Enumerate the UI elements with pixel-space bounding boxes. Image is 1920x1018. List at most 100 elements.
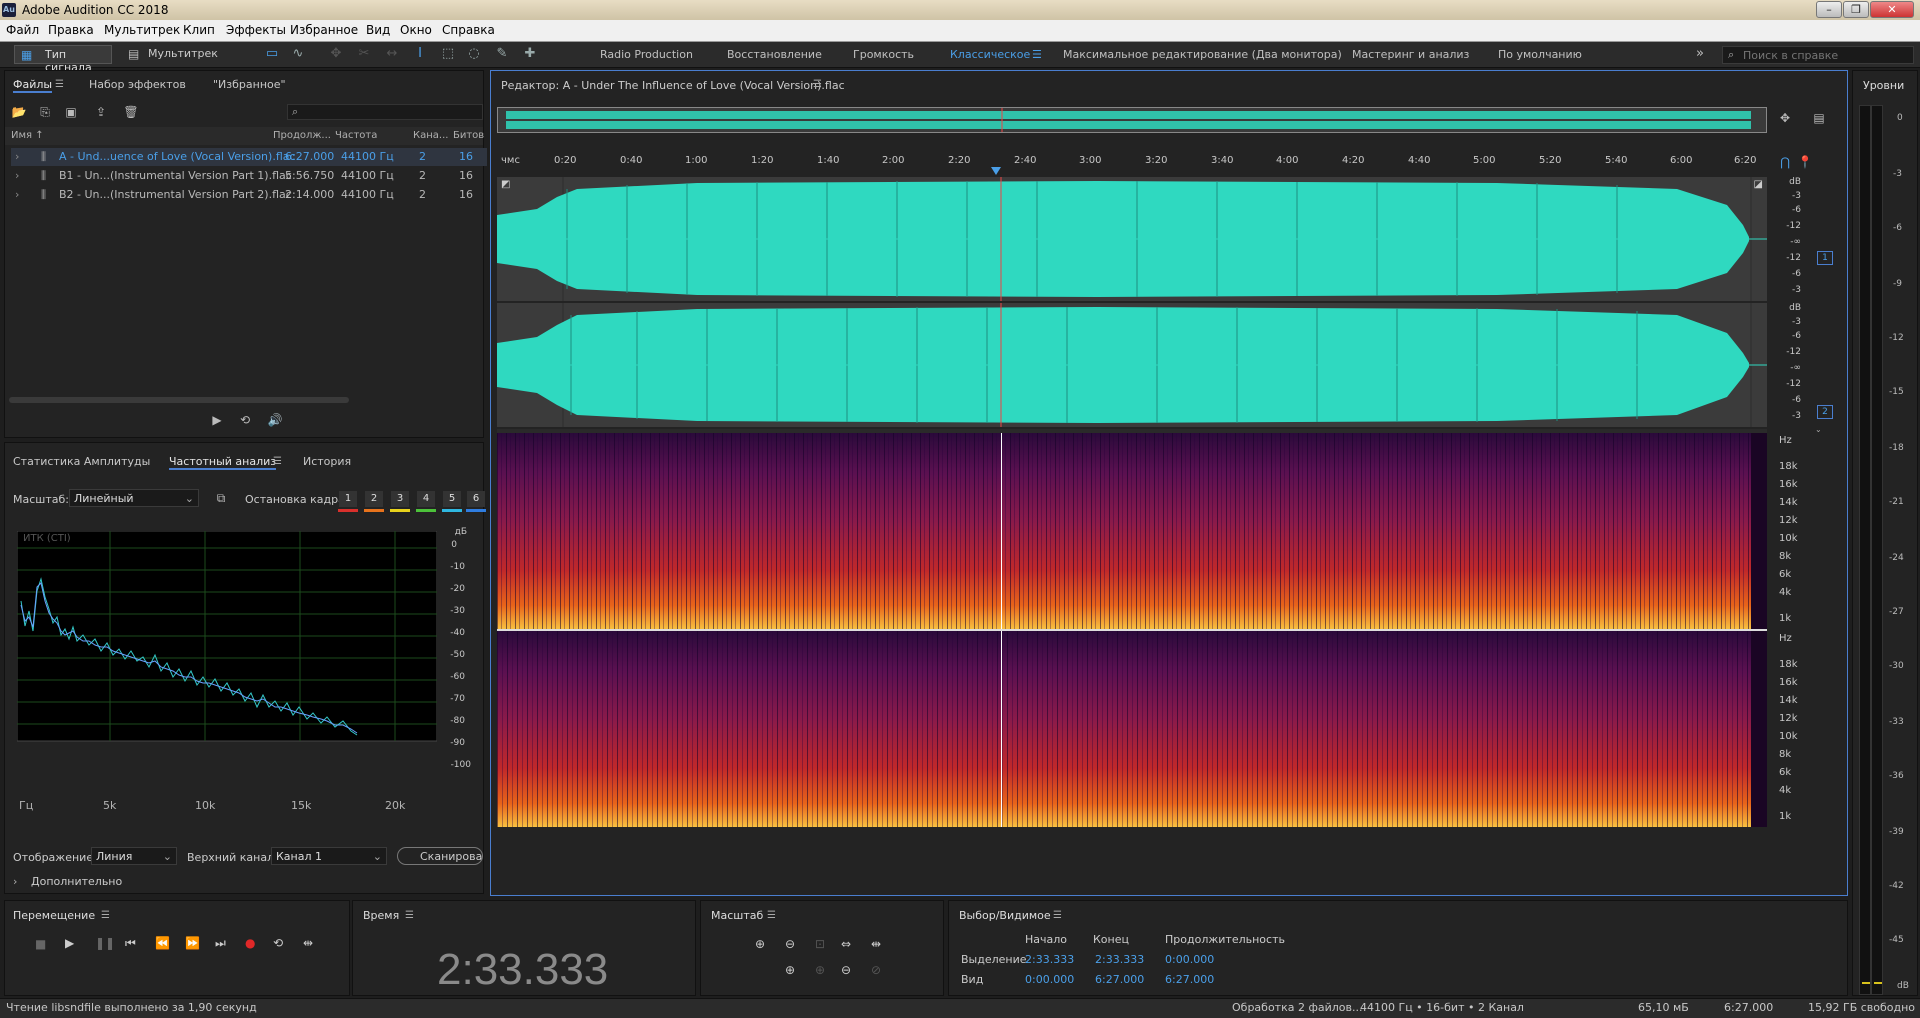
workspace-max-editing[interactable]: Максимальное редактирование (Два монитор… <box>1063 48 1342 61</box>
playhead-handle[interactable] <box>991 167 1001 175</box>
freeze-slot[interactable]: 6 <box>467 491 485 507</box>
analysis-menu-icon[interactable]: ☰ <box>273 456 282 467</box>
channel-1-badge[interactable]: 1 <box>1817 251 1833 265</box>
menu-edit[interactable]: Правка <box>48 23 94 37</box>
workspace-radio-production[interactable]: Radio Production <box>600 48 693 61</box>
zoom-out-amplitude-icon[interactable]: ⊖ <box>785 937 795 951</box>
waveform-channel-2[interactable] <box>497 303 1767 427</box>
tab-effects-rack[interactable]: Набор эффектов <box>89 78 186 91</box>
view-start[interactable]: 0:00.000 <box>1025 973 1074 986</box>
loop-preview-icon[interactable]: ⟲ <box>237 413 253 427</box>
minimize-button[interactable]: – <box>1816 1 1842 18</box>
pause-icon[interactable]: ❚❚ <box>95 936 115 950</box>
tab-amplitude-statistics[interactable]: Статистика Амплитуды <box>13 455 150 468</box>
time-selection-tool-icon[interactable]: I <box>412 46 428 62</box>
display-select[interactable]: Линия ⌄ <box>91 847 177 865</box>
waveform-channel-1[interactable]: ◩ ◪ <box>497 177 1767 301</box>
spectral-pitch-icon[interactable]: ∿ <box>290 46 306 62</box>
razor-tool-icon[interactable]: ✂ <box>356 46 372 62</box>
spectrogram-channel-1[interactable] <box>497 433 1767 629</box>
go-to-start-icon[interactable]: ⏮ <box>125 936 136 951</box>
zoom-in-time-icon[interactable]: ⇔ <box>841 937 851 951</box>
workspace-default[interactable]: По умолчанию <box>1498 48 1582 61</box>
zoom-in-left-icon[interactable]: ⊕ <box>785 963 795 977</box>
play-preview-icon[interactable]: ▶ <box>209 413 225 427</box>
channel-2-badge[interactable]: 2 <box>1817 405 1833 419</box>
export-icon[interactable]: ⇪ <box>93 105 109 119</box>
selection-start[interactable]: 2:33.333 <box>1025 953 1074 966</box>
menu-file[interactable]: Файл <box>6 23 39 37</box>
menu-clip[interactable]: Клип <box>183 23 215 37</box>
skip-selection-icon[interactable]: ⇹ <box>303 936 313 950</box>
insert-icon[interactable]: ▣ <box>63 105 79 119</box>
col-bits[interactable]: Битов <box>453 130 484 141</box>
rewind-icon[interactable]: ⏪ <box>155 936 170 950</box>
tab-files[interactable]: Файлы <box>13 78 53 93</box>
spectrum-graph[interactable]: ИТК (СТI) <box>16 530 438 753</box>
advanced-toggle[interactable]: Дополнительно <box>31 875 122 888</box>
expand-chevron-icon[interactable]: › <box>15 188 19 201</box>
advanced-chevron-icon[interactable]: › <box>13 875 17 888</box>
time-menu-icon[interactable]: ☰ <box>405 910 414 921</box>
workspace-classic[interactable]: Классическое <box>950 48 1030 61</box>
more-workspaces-icon[interactable]: » <box>1696 46 1704 61</box>
open-file-icon[interactable]: 📂 <box>11 105 27 119</box>
file-row[interactable]: › ⫼ B2 - Un...(Instrumental Version Part… <box>11 186 487 204</box>
view-duration[interactable]: 6:27.000 <box>1165 973 1214 986</box>
multitrack-mode-button[interactable]: ▤ Мультитрек <box>126 45 226 64</box>
zoom-in-right-icon[interactable]: ⊕ <box>815 963 825 977</box>
menu-effects[interactable]: Эффекты <box>226 23 286 37</box>
col-channels[interactable]: Кана... <box>413 130 448 141</box>
help-search-box[interactable]: ⌕ <box>1722 46 1914 64</box>
freeze-slot[interactable]: 4 <box>417 491 435 507</box>
move-tool-icon[interactable]: ✥ <box>328 46 344 62</box>
copy-graph-icon[interactable]: ⧉ <box>213 491 229 505</box>
expand-chevron-icon[interactable]: › <box>15 150 19 163</box>
freeze-slot[interactable]: 3 <box>391 491 409 507</box>
files-panel-menu-icon[interactable]: ☰ <box>55 79 64 90</box>
close-button[interactable]: ✕ <box>1870 1 1914 18</box>
spot-healing-tool-icon[interactable]: ✚ <box>522 46 538 62</box>
marker-pin-icon[interactable]: 📍 <box>1797 155 1813 169</box>
status-processing[interactable]: Обработка 2 файлов... <box>1232 1001 1363 1014</box>
view-end[interactable]: 6:27.000 <box>1095 973 1144 986</box>
spectrogram-channel-2[interactable] <box>497 631 1767 827</box>
spectral-frequency-icon[interactable]: ▭ <box>264 46 280 62</box>
top-channel-select[interactable]: Канал 1 ⌄ <box>271 847 387 865</box>
zoom-reset-icon[interactable]: ⊘ <box>871 963 881 977</box>
record-icon[interactable]: ● <box>245 936 255 950</box>
lasso-tool-icon[interactable]: ◌ <box>466 46 482 62</box>
menu-multitrack[interactable]: Мультитрек <box>104 23 180 37</box>
file-row[interactable]: › ⫼ A - Und...uence of Love (Vocal Versi… <box>11 148 487 166</box>
import-file-icon[interactable]: ⎘ <box>37 105 53 119</box>
zoom-to-selection-icon[interactable]: ✥ <box>1777 111 1793 125</box>
workspace-restoration[interactable]: Восстановление <box>727 48 822 61</box>
help-search-input[interactable] <box>1743 48 1909 62</box>
fade-out-handle-icon[interactable]: ◪ <box>1754 179 1763 190</box>
go-to-end-icon[interactable]: ⏭ <box>215 936 226 951</box>
snap-icon[interactable]: ⋂ <box>1777 155 1793 169</box>
display-options-icon[interactable]: ▤ <box>1811 111 1827 125</box>
maximize-button[interactable]: ❐ <box>1843 1 1869 18</box>
expand-chevron-icon[interactable]: › <box>15 169 19 182</box>
time-display[interactable]: 2:33.333 <box>437 945 608 995</box>
fast-forward-icon[interactable]: ⏩ <box>185 936 200 950</box>
col-duration[interactable]: Продолж... <box>273 130 331 141</box>
autoplay-icon[interactable]: 🔊 <box>267 413 283 427</box>
workspace-mastering[interactable]: Мастеринг и анализ <box>1352 48 1469 61</box>
overview-navigator[interactable] <box>497 107 1767 133</box>
selection-duration[interactable]: 0:00.000 <box>1165 953 1214 966</box>
zoom-menu-icon[interactable]: ☰ <box>767 910 776 921</box>
file-row[interactable]: › ⫼ B1 - Un...(Instrumental Version Part… <box>11 167 487 185</box>
fade-in-handle-icon[interactable]: ◩ <box>501 179 510 190</box>
time-ruler[interactable]: чмс 0:20 0:40 1:00 1:20 1:40 2:00 2:20 2… <box>497 155 1767 171</box>
scan-button[interactable]: Сканировать <box>397 847 483 865</box>
workspace-loudness[interactable]: Громкость <box>853 48 914 61</box>
freeze-slot[interactable]: 1 <box>339 491 357 507</box>
marquee-tool-icon[interactable]: ⬚ <box>440 46 456 62</box>
brush-tool-icon[interactable]: ✎ <box>494 46 510 62</box>
zoom-out-time-icon[interactable]: ⊖ <box>841 963 851 977</box>
zoom-in-amplitude-icon[interactable]: ⊕ <box>755 937 765 951</box>
divider-chevron-icon[interactable]: ⌄ <box>1815 425 1822 434</box>
selection-menu-icon[interactable]: ☰ <box>1053 910 1062 921</box>
